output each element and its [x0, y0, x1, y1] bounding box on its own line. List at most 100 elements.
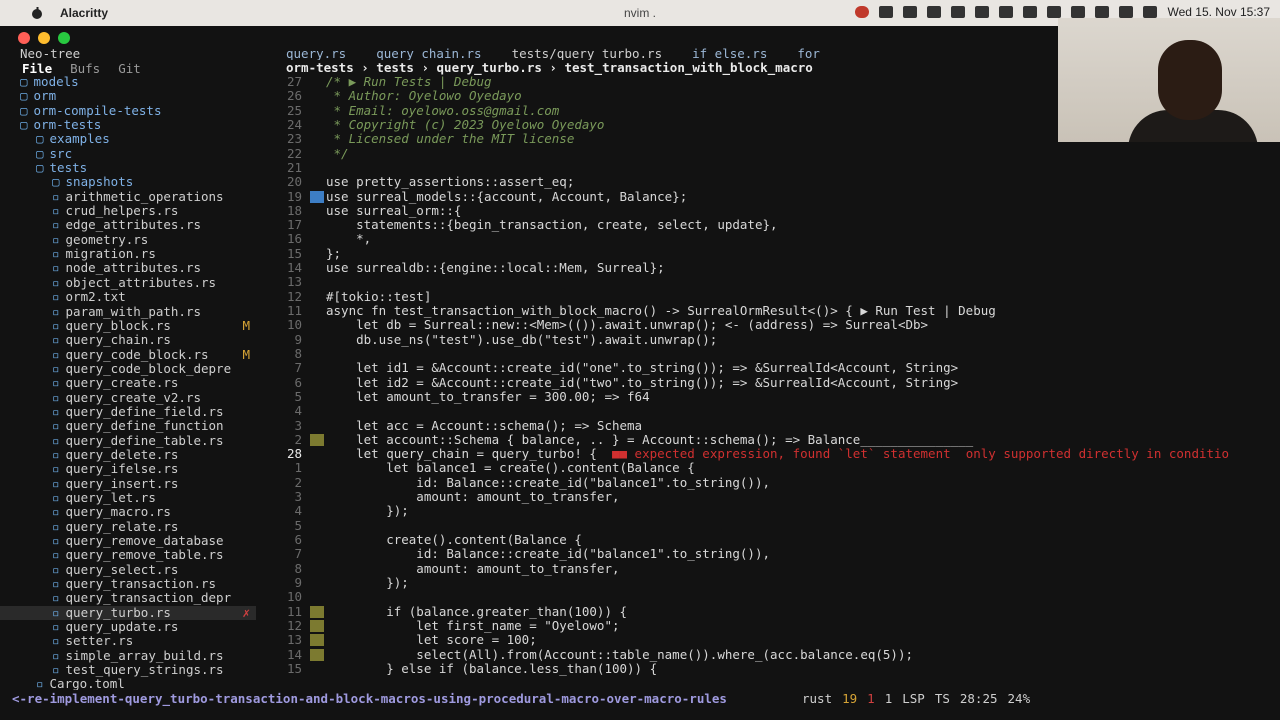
tree-folder[interactable]: ▢ tests — [0, 161, 256, 175]
code-line[interactable]: 11 if (balance.greater_than(100)) { — [258, 604, 1280, 619]
tree-file[interactable]: ▫ query_define_table.rs — [0, 434, 256, 448]
tree-file[interactable]: ▫ query_transaction_depr — [0, 591, 256, 605]
code-line[interactable]: 3 let acc = Account::schema(); => Schema — [258, 418, 1280, 433]
code-line[interactable]: 7 let id1 = &Account::create_id("one".to… — [258, 360, 1280, 375]
code-area[interactable]: 27/* ▶ Run Tests | Debug 26 * Author: Oye… — [258, 74, 1280, 676]
tree-folder[interactable]: ▢ orm-tests — [0, 118, 256, 132]
code-line[interactable]: 21 — [258, 160, 1280, 175]
record-icon[interactable] — [855, 6, 870, 18]
code-line[interactable]: 12 #[tokio::test] — [258, 289, 1280, 304]
code-line[interactable]: 28 let query_chain = query_turbo! { ■■ e… — [258, 446, 1280, 461]
tree-file[interactable]: ▫ query_turbo.rs ✗ — [0, 605, 256, 621]
tree-file[interactable]: ▫ test_query_strings.rs — [0, 663, 256, 677]
code-line[interactable]: 18 use surreal_orm::{ — [258, 203, 1280, 218]
tree-folder[interactable]: ▢ examples — [0, 132, 256, 146]
buffer-tab[interactable]: tests/query_turbo.rs — [512, 46, 663, 60]
code-line[interactable]: 10 — [258, 589, 1280, 604]
app-icon[interactable] — [879, 6, 894, 18]
tree-file[interactable]: ▫ query_let.rs — [0, 491, 256, 505]
tree-file[interactable]: ▫ query_define_field.rs — [0, 405, 256, 419]
zoom-button[interactable] — [58, 32, 70, 44]
tree-file[interactable]: ▫ migration.rs — [0, 247, 256, 261]
code-line[interactable]: 6 create().content(Balance { — [258, 532, 1280, 547]
tree-file[interactable]: ▫ query_block.rs M — [0, 319, 256, 333]
tree-file[interactable]: ▫ node_attributes.rs — [0, 261, 256, 275]
tree-file[interactable]: ▫ simple_array_build.rs — [0, 649, 256, 663]
control-center-icon[interactable] — [1143, 6, 1158, 18]
code-line[interactable]: 15 } else if (balance.less_than(100)) { — [258, 661, 1280, 676]
tree-file[interactable]: ▫ orm2.txt — [0, 290, 256, 304]
code-line[interactable]: 1 let balance1 = create().content(Balanc… — [258, 461, 1280, 476]
code-line[interactable]: 16 *, — [258, 232, 1280, 247]
tree-file[interactable]: ▫ query_define_function — [0, 419, 256, 433]
code-line[interactable]: 8 amount: amount_to_transfer, — [258, 561, 1280, 576]
tree-folder[interactable]: ▢ snapshots — [0, 175, 256, 189]
tree-file[interactable]: ▫ edge_attributes.rs — [0, 218, 256, 232]
tree-file[interactable]: ▫ query_code_block.rs M — [0, 348, 256, 362]
code-line[interactable]: 7 id: Balance::create_id("balance1".to_s… — [258, 546, 1280, 561]
tree-folder[interactable]: ▢ orm — [0, 89, 256, 103]
code-line[interactable]: 12 let first_name = "Oyelowo"; — [258, 618, 1280, 633]
tree-file[interactable]: ▫ query_relate.rs — [0, 520, 256, 534]
close-button[interactable] — [18, 32, 30, 44]
tree-file[interactable]: ▫ query_insert.rs — [0, 477, 256, 491]
code-line[interactable]: 2 id: Balance::create_id("balance1".to_s… — [258, 475, 1280, 490]
code-line[interactable]: 5 let amount_to_transfer = 300.00; => f6… — [258, 389, 1280, 404]
tree-file[interactable]: ▫ query_macro.rs — [0, 505, 256, 519]
code-line[interactable]: 13 let score = 100; — [258, 632, 1280, 647]
tree-folder[interactable]: ▢ src — [0, 147, 256, 161]
screen-icon[interactable] — [903, 6, 918, 18]
minimize-button[interactable] — [38, 32, 50, 44]
clock[interactable]: Wed 15. Nov 15:37 — [1167, 5, 1270, 19]
tree-file[interactable]: ▫ query_chain.rs — [0, 333, 256, 347]
buffer-tab[interactable]: if_else.rs — [692, 46, 767, 60]
tree-file[interactable]: ▫ arithmetic_operations — [0, 190, 256, 204]
cloud-icon[interactable] — [927, 6, 942, 18]
tree-file[interactable]: ▫ query_create_v2.rs — [0, 391, 256, 405]
tab-bufs[interactable]: Bufs — [70, 61, 100, 76]
code-line[interactable]: 9 }); — [258, 575, 1280, 590]
tree-file[interactable]: ▫ object_attributes.rs — [0, 276, 256, 290]
tree-file[interactable]: ▫ query_create.rs — [0, 376, 256, 390]
tree-file[interactable]: ▫ query_transaction.rs — [0, 577, 256, 591]
code-line[interactable]: 6 let id2 = &Account::create_id("two".to… — [258, 375, 1280, 390]
code-line[interactable]: 20 use pretty_assertions::assert_eq; — [258, 174, 1280, 189]
keyboard-icon[interactable] — [975, 6, 990, 18]
buffer-tab[interactable]: query.rs — [286, 46, 346, 60]
code-line[interactable]: 5 — [258, 518, 1280, 533]
tree-file[interactable]: ▫ query_update.rs — [0, 620, 256, 634]
code-line[interactable]: 22 */ — [258, 146, 1280, 161]
display-icon[interactable] — [999, 6, 1014, 18]
tree-file[interactable]: ▫ param_with_path.rs — [0, 305, 256, 319]
tree-folder[interactable]: ▢ orm-compile-tests — [0, 104, 256, 118]
tree-file[interactable]: ▫ query_select.rs — [0, 563, 256, 577]
tree-file[interactable]: ▫ geometry.rs — [0, 233, 256, 247]
tree-file[interactable]: ▫ query_code_block_depre — [0, 362, 256, 376]
tab-git[interactable]: Git — [118, 61, 141, 76]
user-icon[interactable] — [1047, 6, 1062, 18]
code-line[interactable]: 15}; — [258, 246, 1280, 261]
tree-file[interactable]: ▫ setter.rs — [0, 634, 256, 648]
code-line[interactable]: 8 — [258, 346, 1280, 361]
code-line[interactable]: 3 amount: amount_to_transfer, — [258, 489, 1280, 504]
tree-file[interactable]: ▫ query_ifelse.rs — [0, 462, 256, 476]
bluetooth-icon[interactable] — [951, 6, 966, 18]
battery-icon[interactable] — [1071, 6, 1086, 18]
buffer-tab[interactable]: query_chain.rs — [376, 46, 481, 60]
buffer-tab[interactable]: for — [797, 46, 820, 60]
code-line[interactable]: 10 let db = Surreal::new::<Mem>(()).awai… — [258, 317, 1280, 332]
code-line[interactable]: 9 db.use_ns("test").use_db("test").await… — [258, 332, 1280, 347]
settings-icon[interactable] — [1023, 6, 1038, 18]
code-line[interactable]: 17 statements::{begin_transaction, creat… — [258, 217, 1280, 232]
search-icon[interactable] — [1119, 6, 1134, 18]
tree-file[interactable]: ▫ query_remove_database — [0, 534, 256, 548]
code-line[interactable]: 14 use surrealdb::{engine::local::Mem, Su… — [258, 260, 1280, 275]
code-line[interactable]: 4 — [258, 403, 1280, 418]
tab-file[interactable]: File — [22, 61, 52, 76]
tree-file[interactable]: ▫ query_delete.rs — [0, 448, 256, 462]
code-line[interactable]: 19 use surreal_models::{account, Account,… — [258, 189, 1280, 204]
code-line[interactable]: 14 select(All).from(Account::table_name(… — [258, 647, 1280, 662]
wifi-icon[interactable] — [1095, 6, 1110, 18]
tree-folder[interactable]: ▢ models — [0, 75, 256, 89]
code-line[interactable]: 11 async fn test_transaction_with_block_m… — [258, 303, 1280, 318]
